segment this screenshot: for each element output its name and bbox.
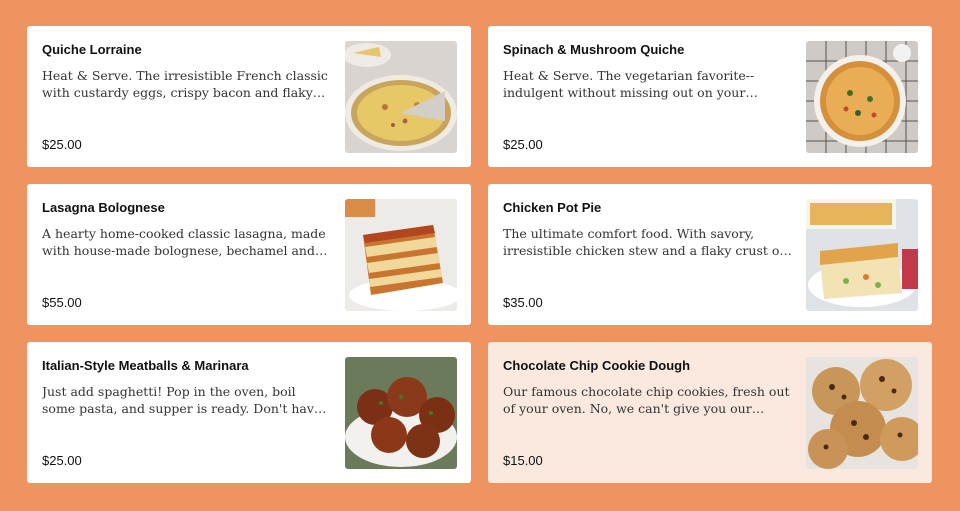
menu-item-title: Italian-Style Meatballs & Marinara bbox=[42, 358, 249, 373]
menu-item-description: Just add spaghetti! Pop in the oven, boi… bbox=[42, 384, 322, 416]
pot-pie-image[interactable] bbox=[806, 199, 918, 311]
menu-item-title: Chocolate Chip Cookie Dough bbox=[503, 358, 691, 373]
menu-item-title: Quiche Lorraine bbox=[42, 42, 142, 57]
menu-item-description: The ultimate comfort food. With savory, … bbox=[503, 226, 788, 258]
menu-item-card[interactable]: Spinach & Mushroom Quiche Heat & Serve. … bbox=[488, 26, 932, 167]
menu-item-card[interactable]: Lasagna Bolognese A hearty home-cooked c… bbox=[27, 184, 471, 325]
menu-item-description: Heat & Serve. The vegetarian favorite--i… bbox=[503, 68, 755, 100]
cookies-image[interactable] bbox=[806, 357, 918, 469]
menu-item-price: $25.00 bbox=[42, 137, 82, 152]
meatballs-image[interactable] bbox=[345, 357, 457, 469]
menu-item-description: Our famous chocolate chip cookies, fresh… bbox=[503, 384, 790, 416]
menu-item-description: A hearty home-cooked classic lasagna, ma… bbox=[42, 226, 326, 258]
menu-grid: Quiche Lorraine Heat & Serve. The irresi… bbox=[0, 0, 960, 511]
quiche-lorraine-image[interactable] bbox=[345, 41, 457, 153]
menu-item-card[interactable]: Italian-Style Meatballs & Marinara Just … bbox=[27, 342, 471, 483]
menu-item-price: $25.00 bbox=[503, 137, 543, 152]
menu-item-card[interactable]: Quiche Lorraine Heat & Serve. The irresi… bbox=[27, 26, 471, 167]
menu-item-price: $35.00 bbox=[503, 295, 543, 310]
menu-item-card[interactable]: Chocolate Chip Cookie Dough Our famous c… bbox=[488, 342, 932, 483]
menu-item-title: Spinach & Mushroom Quiche bbox=[503, 42, 685, 57]
menu-item-price: $15.00 bbox=[503, 453, 543, 468]
menu-item-price: $25.00 bbox=[42, 453, 82, 468]
menu-item-title: Lasagna Bolognese bbox=[42, 200, 165, 215]
menu-item-price: $55.00 bbox=[42, 295, 82, 310]
menu-item-description: Heat & Serve. The irresistible French cl… bbox=[42, 68, 328, 100]
menu-item-title: Chicken Pot Pie bbox=[503, 200, 602, 215]
lasagna-image[interactable] bbox=[345, 199, 457, 311]
spinach-quiche-image[interactable] bbox=[806, 41, 918, 153]
menu-item-card[interactable]: Chicken Pot Pie The ultimate comfort foo… bbox=[488, 184, 932, 325]
